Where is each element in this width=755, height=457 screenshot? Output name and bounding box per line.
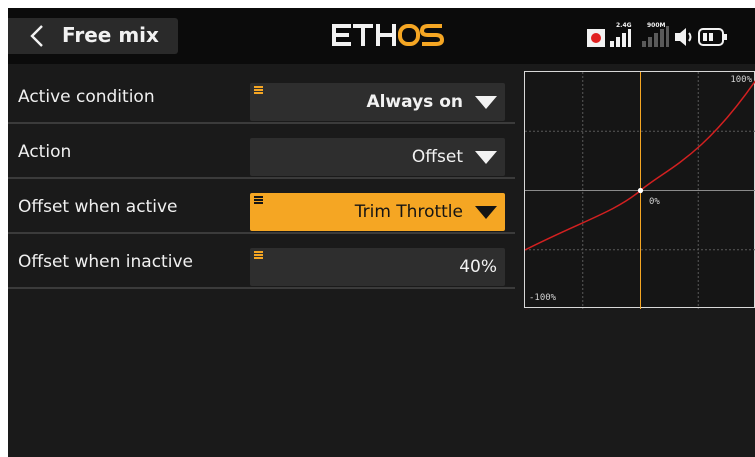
signal-2-4g-label: 2.4G (616, 22, 632, 29)
offset-when-inactive-value: 40% (459, 257, 497, 277)
row-action: Action Offset (8, 126, 515, 179)
dropdown-arrow-icon (475, 151, 497, 164)
curve-label-zero: 0% (649, 197, 660, 207)
action-dropdown[interactable]: Offset (250, 138, 505, 176)
menu-lines-icon (254, 196, 263, 204)
curve-center-point (637, 187, 644, 194)
action-label: Action (18, 142, 72, 162)
signal-900m-label: 900M (647, 22, 666, 29)
dropdown-arrow-icon (475, 206, 497, 219)
curve-preview: 100% 0% -100% (524, 71, 755, 309)
battery-icon (698, 28, 727, 46)
offset-when-active-dropdown[interactable]: Trim Throttle (250, 193, 505, 231)
page-title: Free mix (62, 23, 159, 47)
curve-graph (525, 72, 755, 309)
offset-when-inactive-input[interactable]: 40% (250, 248, 505, 286)
dropdown-arrow-icon (475, 96, 497, 109)
active-condition-label: Active condition (18, 87, 155, 107)
active-condition-value: Always on (366, 92, 463, 112)
chevron-left-icon (30, 25, 43, 47)
menu-lines-icon (254, 251, 263, 259)
back-button[interactable]: Free mix (8, 18, 178, 54)
speaker-icon (675, 28, 692, 46)
row-offset-when-inactive: Offset when inactive 40% (8, 236, 515, 289)
offset-when-active-label: Offset when active (18, 197, 178, 217)
curve-label-min: -100% (529, 293, 557, 303)
screen: Free mix 2.4G 900M Active condition Alwa… (8, 8, 755, 457)
ethos-logo (332, 24, 444, 46)
menu-lines-icon (254, 86, 263, 94)
action-value: Offset (411, 147, 463, 167)
offset-when-inactive-label: Offset when inactive (18, 252, 193, 272)
row-active-condition: Active condition Always on (8, 71, 515, 124)
top-bar: Free mix 2.4G 900M (8, 8, 755, 64)
status-area: 2.4G 900M (584, 22, 744, 50)
active-condition-dropdown[interactable]: Always on (250, 83, 505, 121)
curve-label-max: 100% (730, 75, 752, 85)
row-offset-when-active: Offset when active Trim Throttle (8, 181, 515, 234)
record-icon (587, 29, 605, 47)
offset-when-active-value: Trim Throttle (354, 202, 463, 222)
